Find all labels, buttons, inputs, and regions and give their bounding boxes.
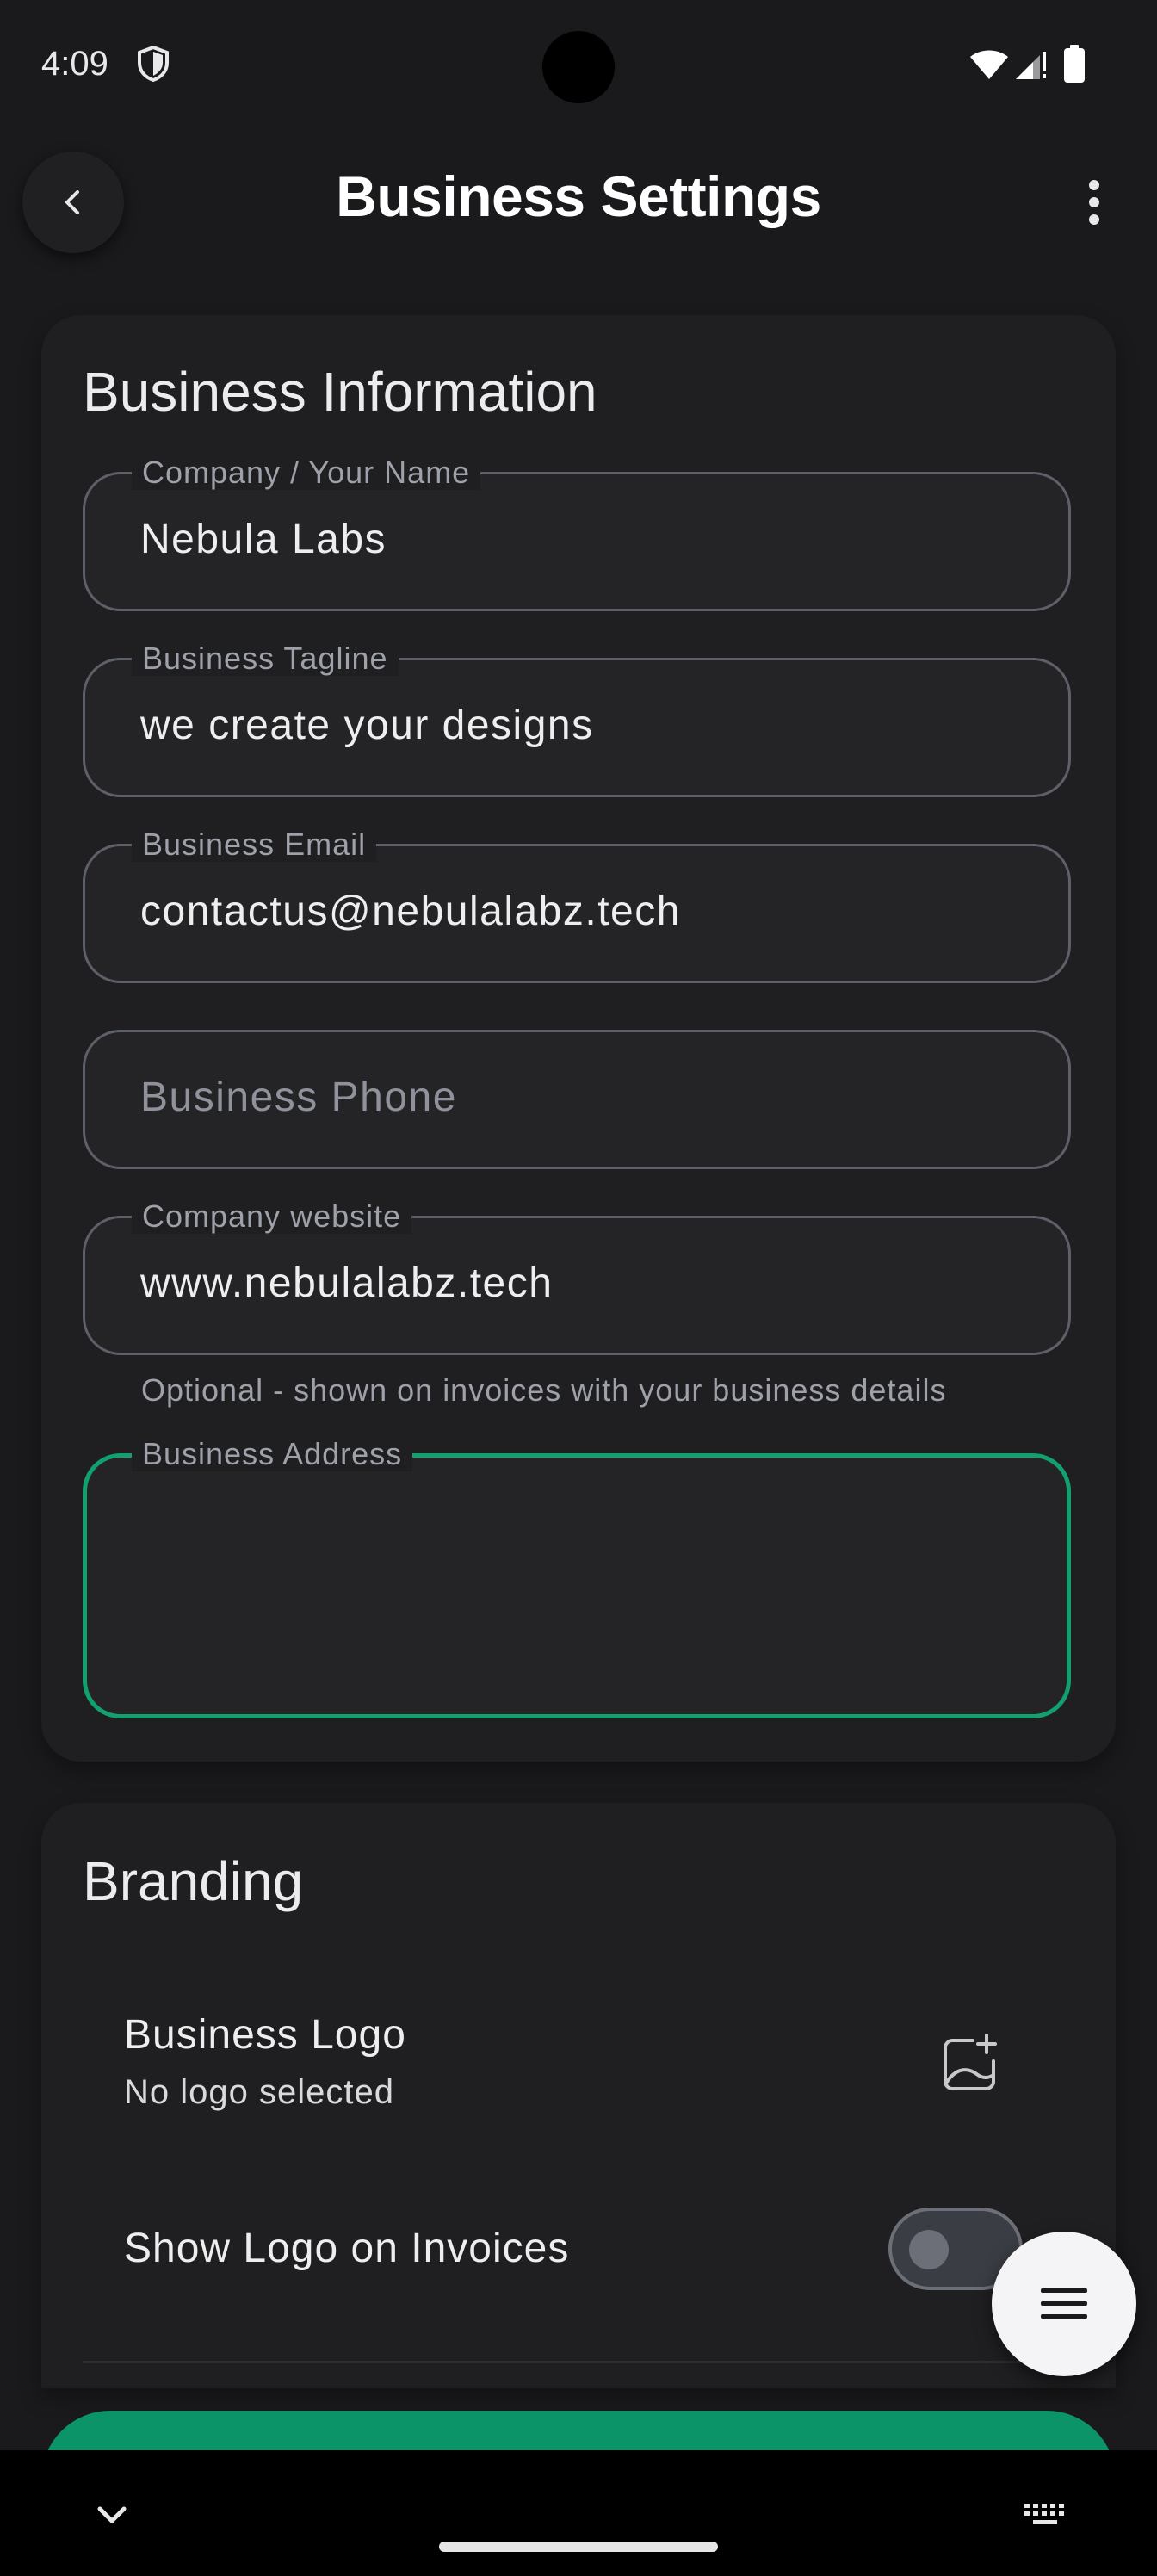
business-logo-title: Business Logo [124,2012,406,2058]
more-vertical-icon [1089,180,1099,225]
company-website-value[interactable]: www.nebulalabz.tech [140,1260,1001,1307]
navigation-bar [0,2450,1157,2576]
business-address-field[interactable]: Business Address [83,1437,1071,1718]
business-information-title: Business Information [83,361,597,423]
status-bar: 4:09 [0,0,1157,129]
business-address-label: Business Address [132,1437,413,1471]
wifi-icon [970,50,1008,79]
show-logo-label: Show Logo on Invoices [124,2226,570,2271]
business-email-label: Business Email [132,827,377,862]
company-website-label: Company website [132,1199,412,1234]
status-time: 4:09 [41,45,108,83]
more-options-button[interactable] [1064,172,1124,232]
shield-icon [138,45,169,83]
keyboard-icon[interactable] [1023,2502,1067,2528]
branding-divider [83,2361,1073,2363]
add-photo-icon[interactable] [938,2032,1002,2096]
toggle-knob [909,2230,949,2269]
branding-title: Branding [83,1850,304,1912]
business-phone-placeholder[interactable]: Business Phone [140,1074,1001,1121]
company-website-field[interactable]: Company website www.nebulalabz.tech [83,1199,1071,1355]
company-name-label: Company / Your Name [132,455,481,490]
business-tagline-label: Business Tagline [132,641,399,676]
business-information-card: Business Information Company / Your Name… [41,315,1116,1762]
home-indicator[interactable] [439,2542,718,2552]
business-email-field[interactable]: Business Email contactus@nebulalabz.tech [83,827,1071,983]
business-tagline-value[interactable]: we create your designs [140,702,1001,749]
company-name-value[interactable]: Nebula Labs [140,516,1001,563]
business-phone-field[interactable]: Business Phone [83,1030,1071,1169]
page-title: Business Settings [336,164,821,228]
menu-fab[interactable] [992,2232,1136,2376]
company-name-field[interactable]: Company / Your Name Nebula Labs [83,455,1071,611]
menu-icon [1041,2288,1087,2319]
camera-cutout [542,31,615,103]
business-email-value[interactable]: contactus@nebulalabz.tech [140,888,1001,935]
business-tagline-field[interactable]: Business Tagline we create your designs [83,641,1071,797]
business-logo-subtitle: No logo selected [124,2073,394,2111]
company-website-helper: Optional - shown on invoices with your b… [141,1372,947,1408]
signal-icon [1016,52,1046,79]
chevron-down-icon[interactable] [93,2500,131,2530]
battery-icon [1064,45,1085,83]
